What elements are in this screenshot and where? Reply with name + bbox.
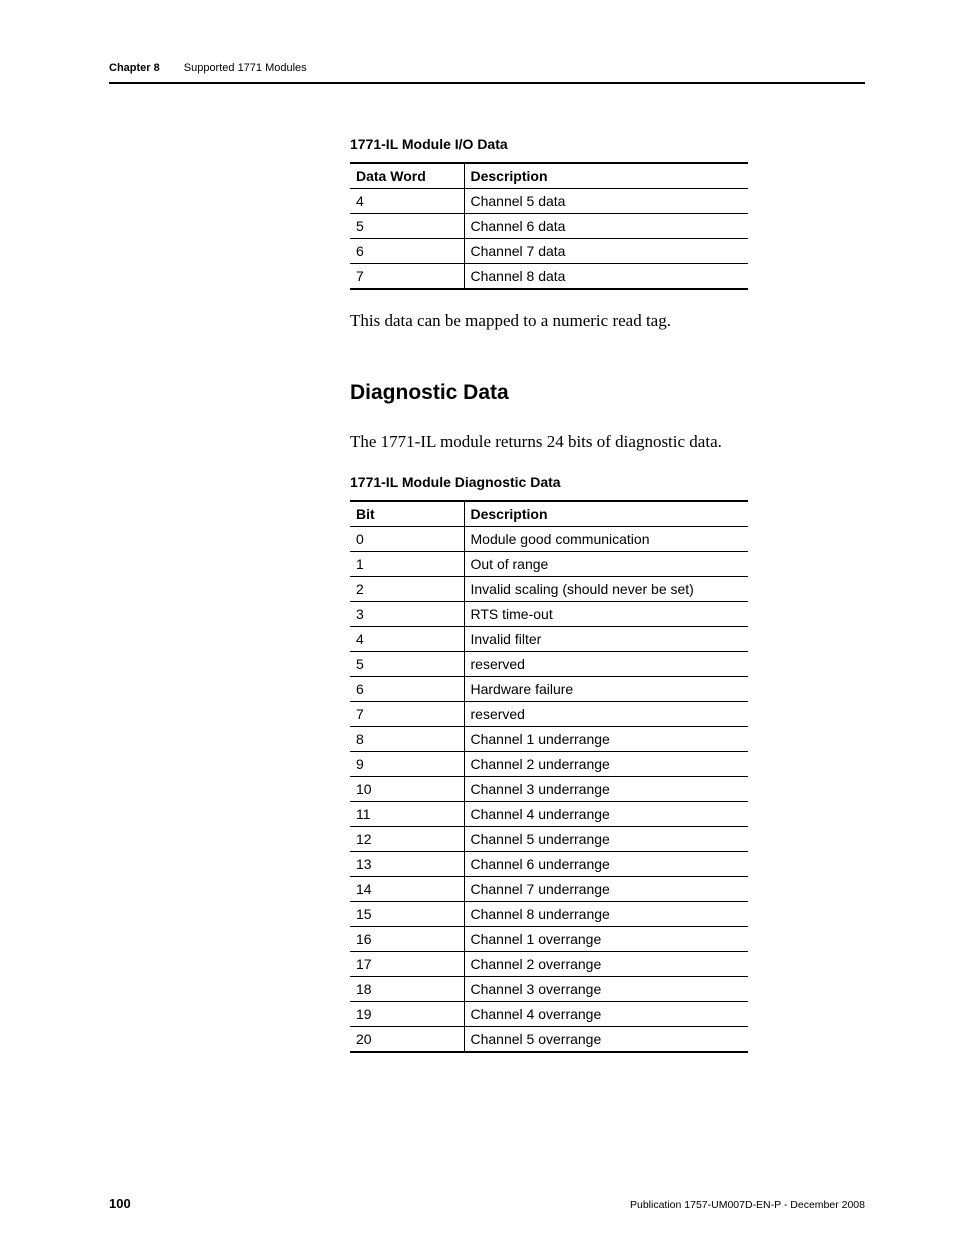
io-caption-text: This data can be mapped to a numeric rea… [350,310,748,333]
cell-key: 5 [350,214,464,239]
cell-value: Channel 7 underrange [464,876,748,901]
table-row: 4Invalid filter [350,626,748,651]
table-row: 3RTS time-out [350,601,748,626]
table-row: 11Channel 4 underrange [350,801,748,826]
cell-key: 7 [350,701,464,726]
cell-key: 1 [350,551,464,576]
table-row: 17Channel 2 overrange [350,951,748,976]
diag-table-body: 0Module good communication1Out of range2… [350,526,748,1052]
cell-value: Channel 4 overrange [464,1001,748,1026]
table-row: 0Module good communication [350,526,748,551]
cell-key: 19 [350,1001,464,1026]
cell-key: 11 [350,801,464,826]
io-header-dataword: Data Word [350,163,464,189]
cell-key: 17 [350,951,464,976]
cell-key: 14 [350,876,464,901]
page-number: 100 [109,1196,131,1211]
table-row: 5Channel 6 data [350,214,748,239]
table-row: 12Channel 5 underrange [350,826,748,851]
cell-value: reserved [464,651,748,676]
cell-value: reserved [464,701,748,726]
table-row: 16Channel 1 overrange [350,926,748,951]
cell-value: Invalid scaling (should never be set) [464,576,748,601]
table-row: 13Channel 6 underrange [350,851,748,876]
diag-header-description: Description [464,501,748,527]
cell-key: 12 [350,826,464,851]
cell-value: Channel 2 underrange [464,751,748,776]
cell-key: 16 [350,926,464,951]
cell-value: Module good communication [464,526,748,551]
diagnostic-intro: The 1771-IL module returns 24 bits of di… [350,431,748,454]
diag-data-table: Bit Description 0Module good communicati… [350,500,748,1053]
table-row: 1Out of range [350,551,748,576]
table-row: 7reserved [350,701,748,726]
table-row: 4Channel 5 data [350,189,748,214]
diag-header-bit: Bit [350,501,464,527]
cell-value: Channel 3 underrange [464,776,748,801]
table-row: 5reserved [350,651,748,676]
io-header-description: Description [464,163,748,189]
cell-value: Channel 5 underrange [464,826,748,851]
table-row: 8Channel 1 underrange [350,726,748,751]
cell-key: 20 [350,1026,464,1052]
io-data-table: Data Word Description 4Channel 5 data5Ch… [350,162,748,290]
cell-key: 2 [350,576,464,601]
cell-value: Channel 1 overrange [464,926,748,951]
cell-value: RTS time-out [464,601,748,626]
cell-key: 8 [350,726,464,751]
io-table-title: 1771-IL Module I/O Data [350,136,748,152]
cell-value: Hardware failure [464,676,748,701]
cell-key: 4 [350,189,464,214]
cell-value: Channel 7 data [464,239,748,264]
page-footer: 100 Publication 1757-UM007D-EN-P - Decem… [109,1196,865,1211]
cell-value: Channel 6 data [464,214,748,239]
cell-value: Channel 1 underrange [464,726,748,751]
table-row: 15Channel 8 underrange [350,901,748,926]
cell-key: 4 [350,626,464,651]
io-table-body: 4Channel 5 data5Channel 6 data6Channel 7… [350,189,748,290]
header-rule [109,82,865,84]
table-row: 9Channel 2 underrange [350,751,748,776]
cell-value: Channel 2 overrange [464,951,748,976]
cell-value: Channel 3 overrange [464,976,748,1001]
cell-key: 10 [350,776,464,801]
page-header: Chapter 8 Supported 1771 Modules [109,62,865,74]
page-content: 1771-IL Module I/O Data Data Word Descri… [350,136,748,1053]
cell-key: 7 [350,264,464,290]
cell-key: 6 [350,239,464,264]
cell-key: 9 [350,751,464,776]
publication-info: Publication 1757-UM007D-EN-P - December … [630,1199,865,1211]
diag-table-title: 1771-IL Module Diagnostic Data [350,474,748,490]
cell-value: Channel 4 underrange [464,801,748,826]
cell-key: 18 [350,976,464,1001]
chapter-title: Supported 1771 Modules [184,62,307,74]
cell-value: Channel 8 underrange [464,901,748,926]
table-row: 18Channel 3 overrange [350,976,748,1001]
diagnostic-heading: Diagnostic Data [350,381,748,405]
table-row: 10Channel 3 underrange [350,776,748,801]
cell-key: 15 [350,901,464,926]
cell-key: 5 [350,651,464,676]
cell-key: 0 [350,526,464,551]
cell-value: Channel 6 underrange [464,851,748,876]
table-row: 19Channel 4 overrange [350,1001,748,1026]
table-row: 20Channel 5 overrange [350,1026,748,1052]
table-row: 6Channel 7 data [350,239,748,264]
cell-value: Channel 5 overrange [464,1026,748,1052]
cell-key: 13 [350,851,464,876]
cell-value: Channel 5 data [464,189,748,214]
cell-value: Channel 8 data [464,264,748,290]
table-row: 7Channel 8 data [350,264,748,290]
cell-key: 3 [350,601,464,626]
table-row: 2Invalid scaling (should never be set) [350,576,748,601]
table-row: 14Channel 7 underrange [350,876,748,901]
cell-value: Out of range [464,551,748,576]
cell-value: Invalid filter [464,626,748,651]
chapter-label: Chapter 8 [109,62,160,74]
table-row: 6Hardware failure [350,676,748,701]
cell-key: 6 [350,676,464,701]
